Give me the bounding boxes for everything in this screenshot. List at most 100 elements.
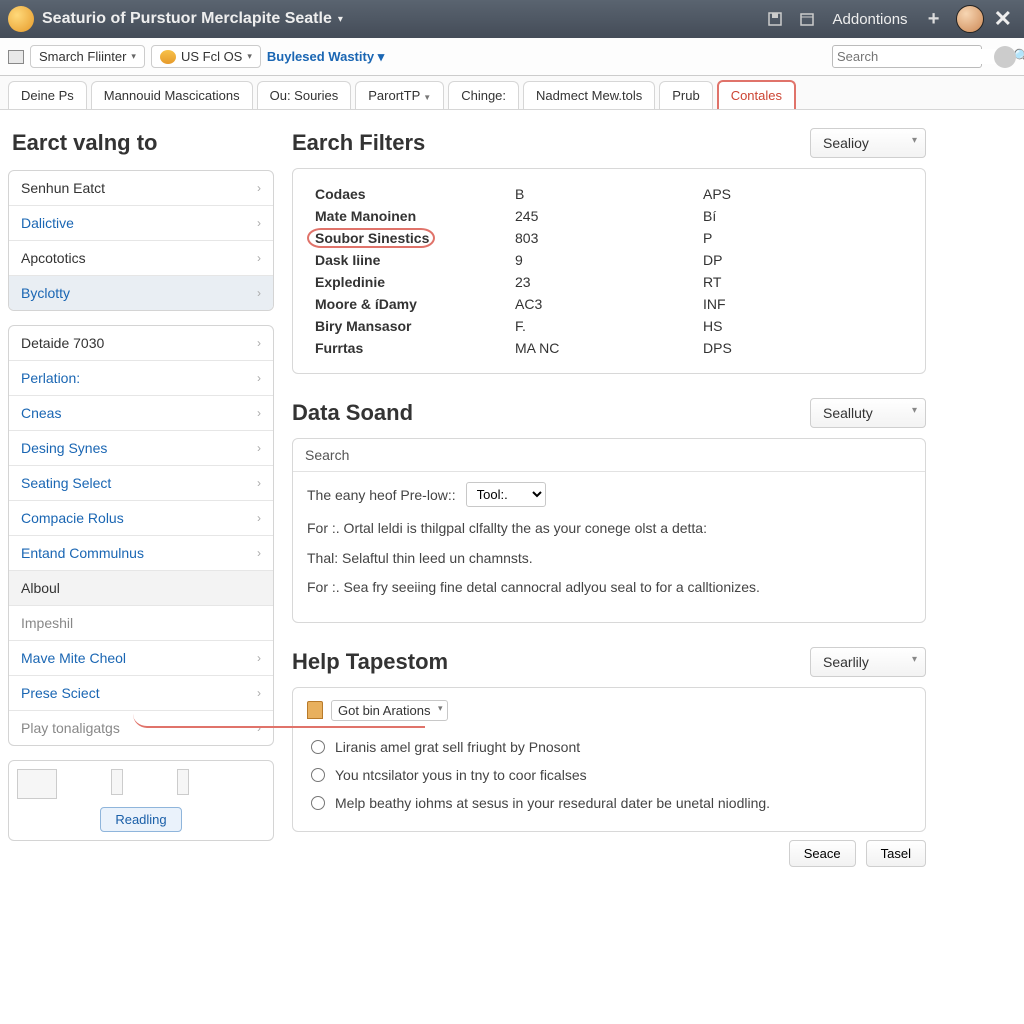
nav-perlation[interactable]: Perlation:›: [9, 361, 273, 396]
cell: INF: [699, 293, 907, 315]
cell: AC3: [511, 293, 699, 315]
cell: HS: [699, 315, 907, 337]
cell: RT: [699, 271, 907, 293]
addons-link[interactable]: Addontions: [833, 11, 908, 28]
nav-label: Desing Synes: [21, 440, 107, 456]
chevron-right-icon: ›: [257, 476, 261, 490]
cell: Biry Mansasor: [311, 315, 511, 337]
chevron-right-icon: ›: [257, 546, 261, 560]
cell: Bí: [699, 205, 907, 227]
chevron-right-icon: ›: [257, 441, 261, 455]
datasound-panel: Data Soand Sealluty Search The eany heof…: [292, 398, 926, 623]
datasound-search-row: Search: [293, 439, 925, 472]
table-row: Mate Manoinen245Bí: [311, 205, 907, 227]
tab-souries[interactable]: Ou: Souries: [257, 81, 352, 109]
window-title: Seaturio of Purstuor Merclapite Seatle: [42, 10, 332, 28]
datasound-text-2: Thal: Selaftul thin leed un chamnsts.: [307, 549, 911, 569]
table-row: Expledinie23RT: [311, 271, 907, 293]
tab-contales[interactable]: Contales: [717, 80, 796, 109]
tasel-button[interactable]: Tasel: [866, 840, 926, 867]
table-row: Biry MansasorF.HS: [311, 315, 907, 337]
datasound-action-dropdown[interactable]: Sealluty: [810, 398, 926, 428]
nav-senhun[interactable]: Senhun Eatct›: [9, 171, 273, 206]
radio-input[interactable]: [311, 740, 325, 754]
chevron-right-icon: ›: [257, 511, 261, 525]
tab-bar: Deine Ps Mannouid Mascications Ou: Souri…: [0, 76, 1024, 110]
global-search[interactable]: 🔍: [832, 45, 982, 68]
nav-apcototics[interactable]: Apcototics›: [9, 241, 273, 276]
nav-byclotty[interactable]: Byclotty›: [9, 276, 273, 310]
nav-desing[interactable]: Desing Synes ›: [9, 431, 273, 466]
plus-icon[interactable]: +: [924, 9, 944, 29]
radio-option-1[interactable]: Liranis amel grat sell friught by Pnoson…: [307, 733, 911, 761]
nav-mave[interactable]: Mave Mite Cheol ›: [9, 641, 273, 676]
tool-select[interactable]: Tool:.: [466, 482, 546, 507]
tab-mannouid[interactable]: Mannouid Mascications: [91, 81, 253, 109]
close-icon[interactable]: ✕: [990, 6, 1016, 32]
nav-group-1: Senhun Eatct› Dalictive› Apcototics› Byc…: [8, 170, 274, 311]
tab-nadmect[interactable]: Nadmect Mew.tols: [523, 81, 655, 109]
user-avatar[interactable]: [956, 5, 984, 33]
datasound-search-input[interactable]: [359, 448, 913, 463]
radio-input[interactable]: [311, 796, 325, 810]
filters-title: Earch Filters: [292, 130, 425, 156]
cell: Moore & íDamy: [311, 293, 511, 315]
nav-detaide[interactable]: Detaide 7030›: [9, 326, 273, 361]
tab-parort[interactable]: ParortTP▼: [355, 81, 444, 109]
radio-label: You ntcsilator yous in tny to coor fical…: [335, 767, 587, 783]
nav-alboul[interactable]: Alboul: [9, 571, 273, 606]
cell: DP: [699, 249, 907, 271]
cell: 23: [511, 271, 699, 293]
title-dropdown-icon[interactable]: ▾: [338, 14, 343, 25]
filters-action-dropdown[interactable]: Sealioy: [810, 128, 926, 158]
chevron-right-icon: ›: [257, 336, 261, 350]
radio-input[interactable]: [311, 768, 325, 782]
help-action-dropdown[interactable]: Searlily: [810, 647, 926, 677]
tab-deine[interactable]: Deine Ps: [8, 81, 87, 109]
nav-prese[interactable]: Prese Sciect›: [9, 676, 273, 711]
cell: Codaes: [311, 183, 511, 205]
chevron-right-icon: ›: [257, 651, 261, 665]
nav-label: Perlation:: [21, 370, 80, 386]
nav-cneas[interactable]: Cneas›: [9, 396, 273, 431]
nav-label: Mave Mite Cheol: [21, 650, 126, 666]
app-logo-icon: [8, 6, 34, 32]
seace-button[interactable]: Seace: [789, 840, 856, 867]
radio-option-2[interactable]: You ntcsilator yous in tny to coor fical…: [307, 761, 911, 789]
radio-list: Liranis amel grat sell friught by Pnoson…: [307, 733, 911, 817]
chevron-right-icon: ›: [257, 286, 261, 300]
table-row: CodaesBAPS: [311, 183, 907, 205]
nav-label: Impeshil: [21, 615, 73, 631]
got-dropdown[interactable]: Got bin Arations: [331, 700, 448, 721]
table-row: Moore & íDamyAC3INF: [311, 293, 907, 315]
tab-prub[interactable]: Prub: [659, 81, 712, 109]
thumbnail-3[interactable]: [177, 769, 189, 795]
chevron-right-icon: ›: [257, 686, 261, 700]
thumbnail-1[interactable]: [17, 769, 57, 799]
cell: P: [699, 227, 907, 249]
nav-entand[interactable]: Entand Commulnus ›: [9, 536, 273, 571]
nav-label: Play tonaligatgs: [21, 720, 120, 736]
nav-impeshil[interactable]: Impeshil: [9, 606, 273, 641]
chevron-right-icon: ›: [257, 406, 261, 420]
nav-dalictive[interactable]: Dalictive›: [9, 206, 273, 241]
nav-seating[interactable]: Seating Select›: [9, 466, 273, 501]
thumbnail-2[interactable]: [111, 769, 123, 795]
profile-icon[interactable]: [994, 46, 1016, 68]
content-area: Earch Filters Sealioy CodaesBAPS Mate Ma…: [292, 128, 1016, 867]
reading-button[interactable]: Readling: [100, 807, 181, 832]
caret-down-icon: ▾: [247, 51, 252, 62]
search-input[interactable]: [837, 49, 1013, 64]
tab-chinge[interactable]: Chinge:: [448, 81, 519, 109]
caret-down-icon: ▾: [131, 51, 136, 62]
locale-dropdown[interactable]: US Fcl OS▾: [151, 45, 261, 68]
radio-option-3[interactable]: Melp beathy iohms at sesus in your resed…: [307, 789, 911, 817]
datasound-text-3: For :. Sea fry seeiing fine detal cannoc…: [307, 578, 911, 598]
nav-compacie[interactable]: Compacie Rolus›: [9, 501, 273, 536]
buylesed-dropdown[interactable]: Buylesed Wastity ▾: [267, 49, 384, 65]
smarch-dropdown[interactable]: Smarch Fliinter▾: [30, 45, 145, 68]
datasound-box: Search The eany heof Pre-low:: Tool:. Fo…: [292, 438, 926, 623]
calendar-icon[interactable]: [797, 9, 817, 29]
nav-label: Entand Commulnus: [21, 545, 144, 561]
save-icon[interactable]: [765, 9, 785, 29]
